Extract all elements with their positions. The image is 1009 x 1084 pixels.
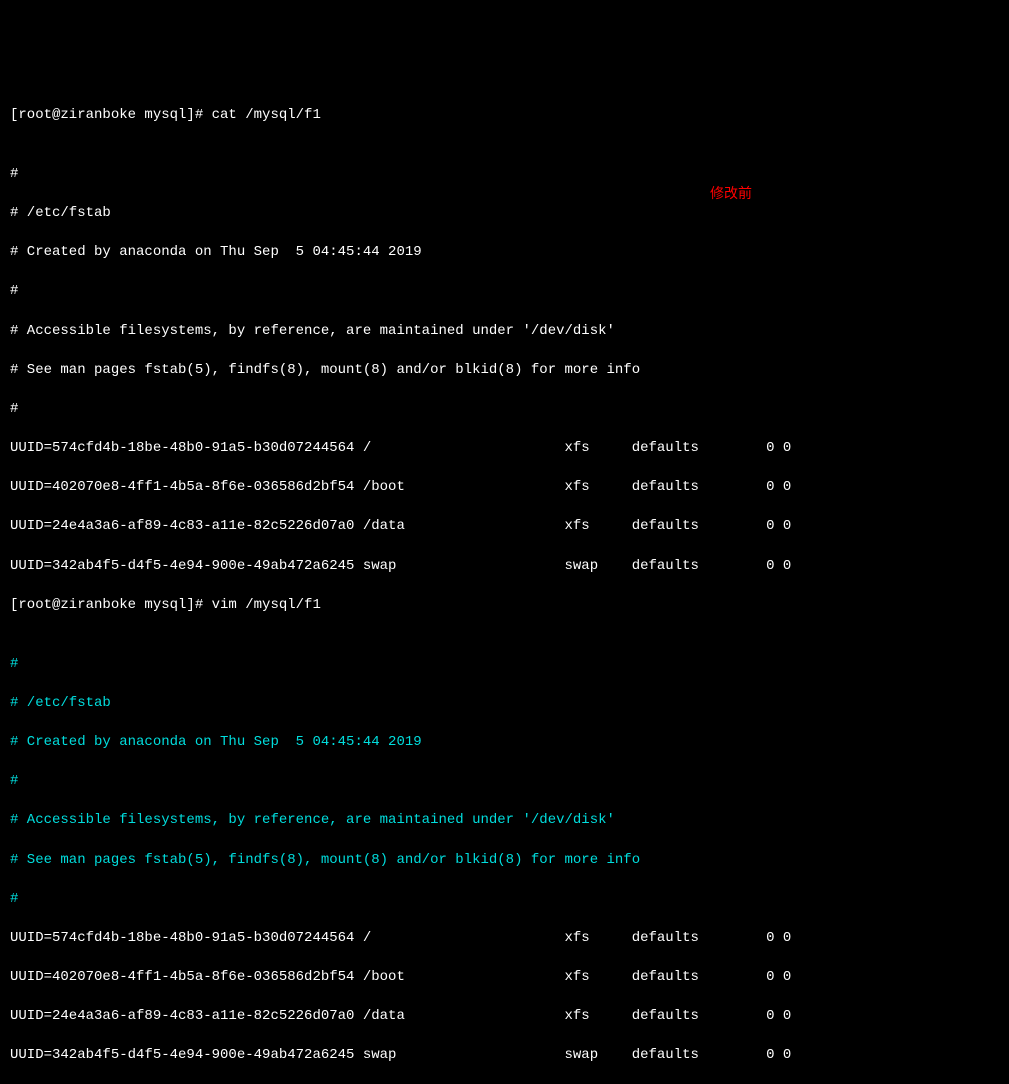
cat-comment: #: [10, 400, 999, 420]
fstab-row: UUID=342ab4f5-d4f5-4e94-900e-49ab472a624…: [10, 557, 999, 577]
vim-comment: # Created by anaconda on Thu Sep 5 04:45…: [10, 733, 999, 753]
vim-comment: #: [10, 772, 999, 792]
vim-comment: #: [10, 655, 999, 675]
cat-comment: # /etc/fstab: [10, 204, 999, 224]
terminal-output: [root@ziranboke mysql]# cat /mysql/f1 # …: [10, 86, 999, 1084]
fstab-row: UUID=342ab4f5-d4f5-4e94-900e-49ab472a624…: [10, 1046, 999, 1066]
fstab-row: UUID=24e4a3a6-af89-4c83-a11e-82c5226d07a…: [10, 1007, 999, 1027]
fstab-row: UUID=574cfd4b-18be-48b0-91a5-b30d0724456…: [10, 929, 999, 949]
shell-prompt-vim: [root@ziranboke mysql]# vim /mysql/f1: [10, 596, 999, 616]
fstab-row: UUID=402070e8-4ff1-4b5a-8f6e-036586d2bf5…: [10, 968, 999, 988]
fstab-row: UUID=574cfd4b-18be-48b0-91a5-b30d0724456…: [10, 439, 999, 459]
vim-comment: # /etc/fstab: [10, 694, 999, 714]
annotation-before-edit: 修改前: [710, 186, 752, 206]
fstab-row: UUID=24e4a3a6-af89-4c83-a11e-82c5226d07a…: [10, 517, 999, 537]
shell-prompt-cat: [root@ziranboke mysql]# cat /mysql/f1: [10, 106, 999, 126]
vim-comment: #: [10, 890, 999, 910]
cat-comment: # Created by anaconda on Thu Sep 5 04:45…: [10, 243, 999, 263]
cat-comment: # Accessible filesystems, by reference, …: [10, 322, 999, 342]
fstab-row: UUID=402070e8-4ff1-4b5a-8f6e-036586d2bf5…: [10, 478, 999, 498]
vim-comment: # See man pages fstab(5), findfs(8), mou…: [10, 851, 999, 871]
cat-comment: # See man pages fstab(5), findfs(8), mou…: [10, 361, 999, 381]
cat-comment: #: [10, 282, 999, 302]
vim-comment: # Accessible filesystems, by reference, …: [10, 811, 999, 831]
cat-comment: #: [10, 165, 999, 185]
